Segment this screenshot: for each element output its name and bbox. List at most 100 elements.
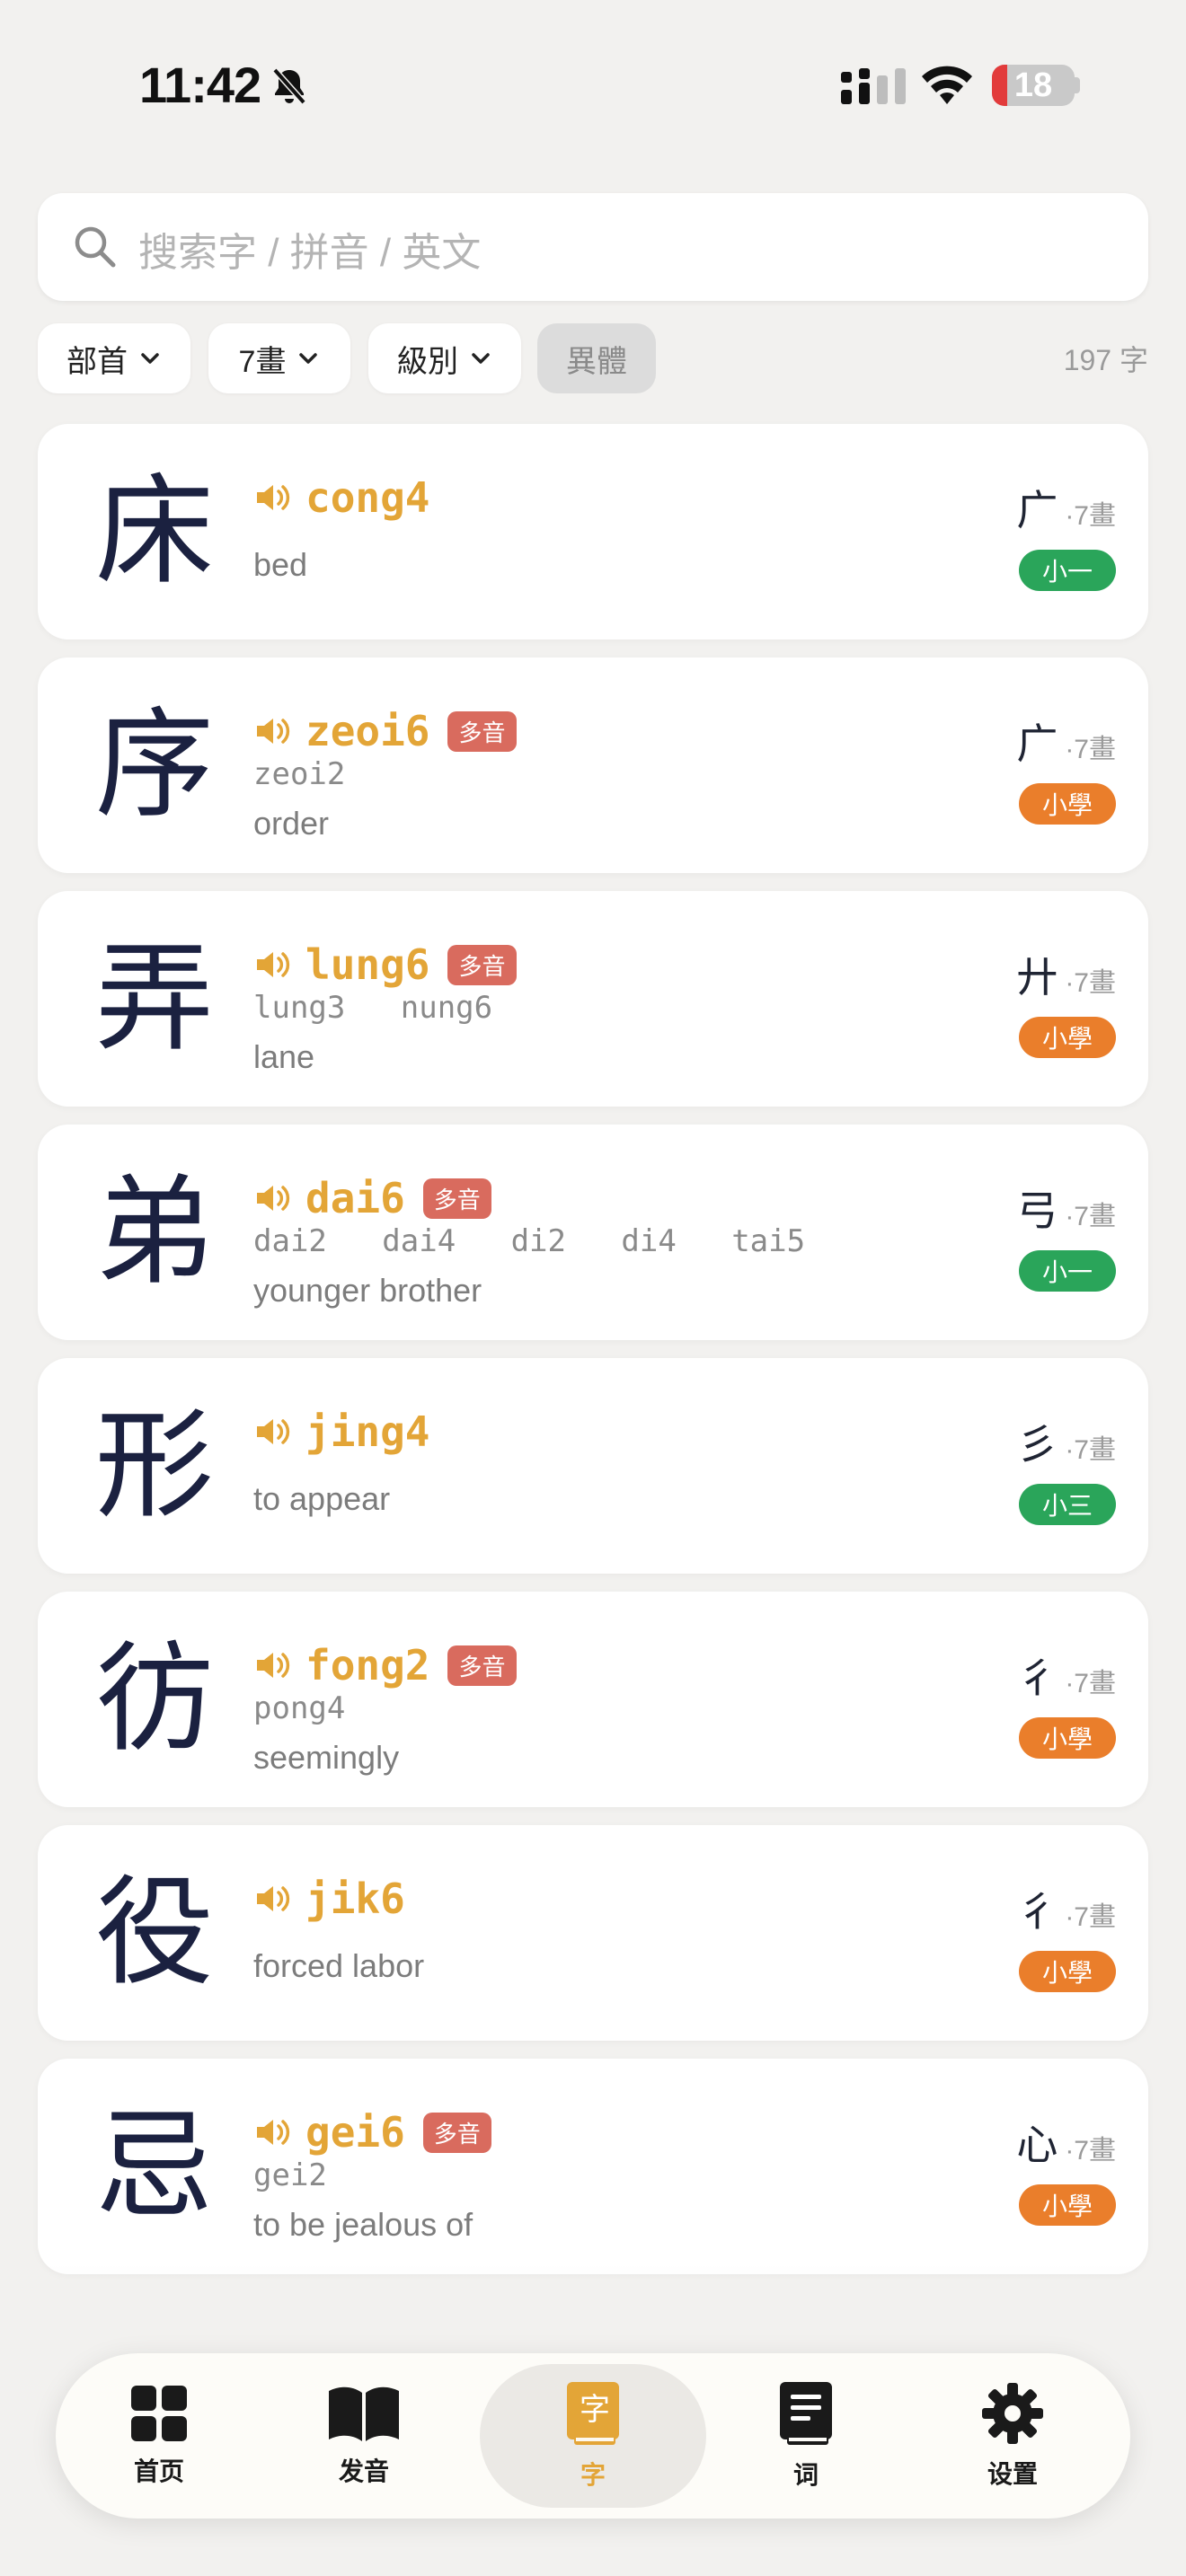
tab-words[interactable]: 词 <box>703 2353 909 2519</box>
jyutping-primary: jik6 <box>305 1875 405 1923</box>
radical-info: 彳 ·7畫 <box>1016 1879 1116 1938</box>
bottom-tab-bar: 首页 发音 字 字 词 设置 <box>56 2353 1130 2519</box>
radical-info: 彡 ·7畫 <box>1016 1412 1116 1471</box>
character-glyph: 弄 <box>95 930 214 1068</box>
character-glyph: 形 <box>95 1397 214 1535</box>
pronunciation-row: fong2 多音 <box>253 1638 517 1692</box>
character-card[interactable]: 彷 fong2 多音 pong4 seemingly 彳 ·7畫 小學 <box>38 1592 1148 1807</box>
chevron-down-icon <box>299 353 318 364</box>
character-card[interactable]: 床 cong4 bed 广 ·7畫 小一 <box>38 424 1148 640</box>
speaker-icon[interactable] <box>253 945 293 984</box>
grade-badge: 小學 <box>1019 2184 1116 2226</box>
alternate-readings: dai2 dai4 di2 di4 tai5 <box>253 1223 806 1259</box>
character-card[interactable]: 序 zeoi6 多音 zeoi2 order 广 ·7畫 小學 <box>38 657 1148 873</box>
speaker-icon[interactable] <box>253 1645 293 1685</box>
stroke-count: ·7畫 <box>1065 2136 1116 2166</box>
grade-badge: 小三 <box>1019 1484 1116 1525</box>
tab-pronunciation[interactable]: 发音 <box>261 2353 467 2519</box>
search-placeholder: 搜索字 / 拼音 / 英文 <box>138 231 482 275</box>
muted-bell-icon <box>272 67 306 105</box>
jyutping-primary: lung6 <box>305 940 430 989</box>
character-book-icon: 字 <box>567 2382 619 2445</box>
tab-characters[interactable]: 字 字 <box>480 2364 706 2508</box>
character-card[interactable]: 役 jik6 forced labor 彳 ·7畫 小學 <box>38 1825 1148 2041</box>
document-book-icon <box>780 2382 832 2445</box>
character-card[interactable]: 弟 dai6 多音 dai2 dai4 di2 di4 tai5 younger… <box>38 1125 1148 1340</box>
character-glyph: 忌 <box>95 2097 214 2236</box>
speaker-icon[interactable] <box>253 478 293 517</box>
polyphonic-badge: 多音 <box>447 710 517 752</box>
tab-settings[interactable]: 设置 <box>909 2353 1116 2519</box>
variant-toggle[interactable]: 異體 <box>537 323 656 393</box>
cellular-signal-icon <box>841 68 906 104</box>
speaker-icon[interactable] <box>253 1178 293 1218</box>
english-meaning: lane <box>253 1038 315 1075</box>
speaker-icon[interactable] <box>253 1879 293 1919</box>
tab-pronunciation-label: 发音 <box>338 2457 389 2485</box>
radical-info: 弓 ·7畫 <box>1016 1178 1116 1238</box>
radical-glyph: 广 <box>1016 486 1058 534</box>
alternate-readings: pong4 <box>253 1690 346 1726</box>
polyphonic-badge: 多音 <box>447 1645 517 1686</box>
result-count: 197 字 <box>1063 344 1148 376</box>
jyutping-primary: cong4 <box>305 473 430 522</box>
jyutping-primary: gei6 <box>305 2108 405 2157</box>
alternate-readings: lung3 nung6 <box>253 990 493 1026</box>
stroke-count: ·7畫 <box>1065 501 1116 531</box>
tab-home[interactable]: 首页 <box>56 2353 262 2519</box>
radical-info: 心 ·7畫 <box>1016 2113 1116 2172</box>
gear-icon <box>982 2383 1043 2444</box>
grade-badge: 小學 <box>1019 783 1116 825</box>
radical-filter-dropdown[interactable]: 部首 <box>38 323 190 393</box>
radical-glyph: 广 <box>1016 719 1058 768</box>
stroke-count: ·7畫 <box>1065 1435 1116 1465</box>
battery-indicator: 18 <box>992 65 1075 106</box>
tab-home-label: 首页 <box>133 2457 184 2485</box>
character-glyph: 序 <box>95 696 214 834</box>
english-meaning: bed <box>253 546 308 583</box>
variant-toggle-label: 異體 <box>566 344 627 379</box>
search-bar[interactable]: 搜索字 / 拼音 / 英文 <box>38 193 1148 301</box>
character-card[interactable]: 忌 gei6 多音 gei2 to be jealous of 心 ·7畫 小學 <box>38 2059 1148 2274</box>
radical-glyph: 彡 <box>1016 1420 1058 1469</box>
chevron-down-icon <box>472 353 490 364</box>
character-glyph: 弟 <box>95 1163 214 1301</box>
polyphonic-badge: 多音 <box>422 2112 491 2153</box>
strokes-filter-dropdown[interactable]: 7畫 <box>208 323 350 393</box>
radical-glyph: 彳 <box>1016 1654 1058 1702</box>
radical-info: 廾 ·7畫 <box>1016 945 1116 1004</box>
grade-badge: 小學 <box>1019 1017 1116 1058</box>
character-card[interactable]: 弄 lung6 多音 lung3 nung6 lane 廾 ·7畫 小學 <box>38 891 1148 1107</box>
strokes-filter-label: 7畫 <box>238 344 287 379</box>
grade-badge: 小一 <box>1019 550 1116 591</box>
polyphonic-badge: 多音 <box>422 1178 491 1219</box>
level-filter-dropdown[interactable]: 級別 <box>368 323 521 393</box>
status-bar: 11:42 18 <box>0 0 1186 180</box>
character-glyph: 床 <box>95 463 214 601</box>
character-glyph: 彷 <box>95 1630 214 1769</box>
pronunciation-row: gei6 多音 <box>253 2105 491 2159</box>
radical-filter-label: 部首 <box>66 344 128 379</box>
character-card[interactable]: 形 jing4 to appear 彡 ·7畫 小三 <box>38 1358 1148 1574</box>
stroke-count: ·7畫 <box>1065 735 1116 764</box>
speaker-icon[interactable] <box>253 711 293 751</box>
pronunciation-row: jik6 <box>253 1872 405 1926</box>
radical-glyph: 心 <box>1016 2121 1058 2169</box>
pronunciation-row: zeoi6 多音 <box>253 704 517 758</box>
speaker-icon[interactable] <box>253 2113 293 2152</box>
pronunciation-row: lung6 多音 <box>253 938 517 992</box>
english-meaning: to appear <box>253 1480 391 1517</box>
radical-info: 彳 ·7畫 <box>1016 1645 1116 1705</box>
radical-glyph: 弓 <box>1016 1187 1058 1235</box>
jyutping-primary: dai6 <box>305 1174 405 1222</box>
grade-badge: 小一 <box>1019 1250 1116 1292</box>
tab-characters-label: 字 <box>580 2461 606 2489</box>
tab-settings-label: 设置 <box>987 2460 1038 2488</box>
english-meaning: to be jealous of <box>253 2206 474 2243</box>
character-glyph: 役 <box>95 1864 214 2002</box>
jyutping-primary: fong2 <box>305 1641 430 1689</box>
english-meaning: younger brother <box>253 1272 482 1309</box>
english-meaning: order <box>253 805 330 842</box>
speaker-icon[interactable] <box>253 1412 293 1451</box>
english-meaning: forced labor <box>253 1947 425 1984</box>
